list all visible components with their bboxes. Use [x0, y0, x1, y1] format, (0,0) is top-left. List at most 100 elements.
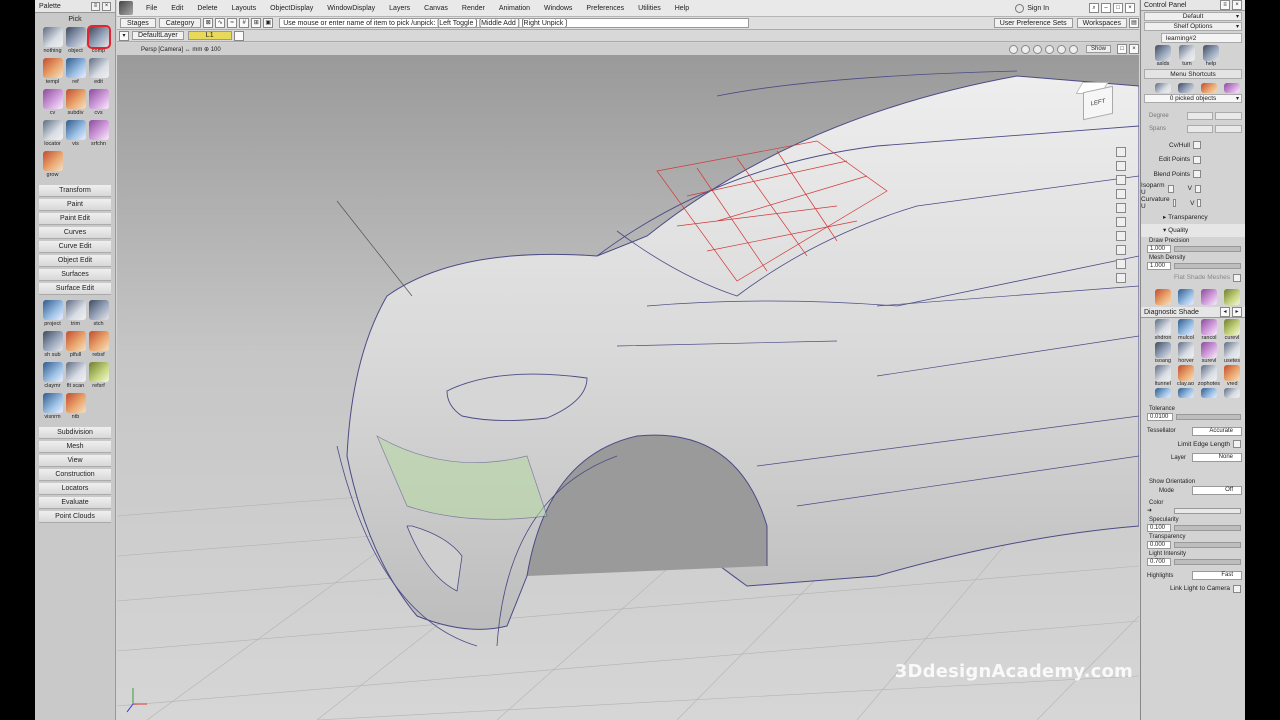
diag-vred[interactable]: vred [1222, 365, 1242, 387]
palette-close-icon[interactable]: × [102, 1, 111, 11]
section-curves[interactable]: Curves [39, 227, 111, 239]
edit-points-checkbox[interactable] [1193, 155, 1201, 164]
diag-extra-4-icon[interactable] [1222, 388, 1242, 401]
grid-icon[interactable]: # [239, 18, 250, 28]
shelf-options-dropdown[interactable]: Shelf Options [1144, 22, 1242, 31]
cp-close-icon[interactable]: × [1232, 0, 1242, 10]
section-object-edit[interactable]: Object Edit [39, 255, 111, 267]
tool-pick-edit[interactable]: edit [87, 57, 110, 88]
tool-visnrm[interactable]: visnrm [41, 392, 64, 423]
target-icon[interactable] [1116, 217, 1126, 227]
menu-animation[interactable]: Animation [492, 5, 537, 12]
curve-icon[interactable]: ∿ [215, 18, 226, 28]
menu-render[interactable]: Render [455, 5, 492, 12]
diag-usetes[interactable]: usetes [1222, 342, 1242, 364]
blend-points-checkbox[interactable] [1193, 170, 1201, 179]
diag-extra-3-icon[interactable] [1199, 388, 1219, 401]
grid-view-icon[interactable] [1116, 189, 1126, 199]
light-intensity-field[interactable]: 0.700 [1147, 557, 1171, 566]
category-button[interactable]: Category [158, 18, 202, 28]
section-construction[interactable]: Construction [39, 469, 111, 481]
zoom-extents-icon[interactable] [1116, 147, 1126, 157]
flat-shade-checkbox[interactable] [1233, 273, 1241, 282]
degree-field[interactable] [1186, 111, 1214, 120]
section-curve-edit[interactable]: Curve Edit [39, 241, 111, 253]
tool-pick-cv[interactable]: cv [41, 88, 64, 119]
section-locators[interactable]: Locators [39, 483, 111, 495]
show-button[interactable]: Show [1085, 45, 1111, 53]
tolerance-field[interactable]: 0.0100 [1147, 413, 1173, 421]
tool-pick-object[interactable]: object [64, 26, 87, 57]
tool-flt-scan[interactable]: flt scan [64, 361, 87, 392]
tool-pick-subdiv[interactable]: subdiv [64, 88, 87, 119]
diag-mulcol[interactable]: mulcol [1176, 319, 1196, 341]
link-light-checkbox[interactable] [1233, 584, 1241, 593]
tool-refsrf[interactable]: refsrf [87, 361, 110, 392]
wave-icon[interactable]: ≈ [227, 18, 238, 28]
diag-surevl[interactable]: surevl [1199, 342, 1219, 364]
section-evaluate[interactable]: Evaluate [39, 497, 111, 509]
diag-rancol[interactable]: rancol [1199, 319, 1219, 341]
tool-pick-templ[interactable]: templ [41, 57, 64, 88]
section-subdivision[interactable]: Subdivision [39, 427, 111, 439]
layers-view-icon[interactable] [1116, 245, 1126, 255]
shade-mode-1-icon[interactable] [1153, 289, 1172, 305]
menu-canvas[interactable]: Canvas [417, 5, 455, 12]
mesh-density-slider[interactable] [1174, 262, 1241, 269]
tool-stch[interactable]: stch [87, 299, 110, 330]
workspace-icon[interactable]: ▤ [1129, 18, 1139, 28]
color-swatch[interactable] [1174, 507, 1241, 514]
tool-sh-sub[interactable]: sh sub [41, 330, 64, 361]
section-view[interactable]: View [39, 455, 111, 467]
zoom-icon[interactable] [1032, 44, 1042, 54]
menu-file[interactable]: File [139, 5, 164, 12]
menu-objectdisplay[interactable]: ObjectDisplay [263, 5, 320, 12]
cvhull-checkbox[interactable] [1193, 141, 1201, 150]
viewport-maximize-icon[interactable]: □ [1117, 44, 1127, 54]
curvature-v-checkbox[interactable] [1197, 199, 1201, 208]
sign-in-area[interactable]: Sign In ⌕ – □ × [1015, 3, 1139, 13]
look-at-icon[interactable] [1068, 44, 1078, 54]
palette-menu-icon[interactable]: ≡ [91, 1, 100, 11]
shortcut-layout-icon[interactable] [1153, 83, 1172, 93]
search-icon[interactable]: ⌕ [1089, 3, 1099, 13]
tool-pick-srfchn[interactable]: srfchn [87, 119, 110, 150]
spans-field[interactable] [1186, 124, 1214, 133]
menu-shortcuts-bar[interactable]: Menu Shortcuts [1144, 69, 1242, 79]
layer-add-icon[interactable] [233, 30, 244, 41]
shelf-item-aslds[interactable]: aslds [1153, 45, 1173, 67]
diag-ltunnel[interactable]: ltunnel [1153, 365, 1173, 387]
dolly-icon[interactable] [1044, 44, 1054, 54]
mode-dropdown[interactable]: Off [1192, 486, 1242, 495]
draw-precision-field[interactable]: 1.000 [1147, 244, 1171, 253]
menu-help[interactable]: Help [668, 5, 696, 12]
shortcut-stack-icon[interactable] [1176, 83, 1195, 93]
prompt-line[interactable]: Use mouse or enter name of item to pick … [279, 18, 750, 28]
rotate-view-icon[interactable] [1056, 44, 1066, 54]
tool-ntb[interactable]: ntb [64, 392, 87, 423]
diag-extra-1-icon[interactable] [1153, 388, 1173, 401]
undo-view-icon[interactable] [1116, 231, 1126, 241]
diag-prev-icon[interactable]: ◂ [1220, 307, 1230, 317]
menu-edit[interactable]: Edit [164, 5, 190, 12]
section-point-clouds[interactable]: Point Clouds [39, 511, 111, 523]
tool-pick-grow[interactable]: grow [41, 150, 64, 181]
diag-clay-ao[interactable]: clay.ao [1176, 365, 1196, 387]
degree-field-v[interactable] [1215, 111, 1243, 120]
tool-pick-vis[interactable]: vis [64, 119, 87, 150]
active-layer-l1[interactable]: L1 [187, 31, 232, 40]
draw-precision-slider[interactable] [1174, 245, 1241, 252]
tumble-icon[interactable] [1008, 44, 1018, 54]
menu-windowdisplay[interactable]: WindowDisplay [320, 5, 382, 12]
diag-curevl[interactable]: curevl [1222, 319, 1242, 341]
tool-rebsf[interactable]: rebsf [87, 330, 110, 361]
diag-zophotes[interactable]: zophotes [1198, 365, 1220, 387]
diag-isoang[interactable]: isoang [1153, 342, 1173, 364]
section-transform[interactable]: Transform [39, 185, 111, 197]
shortcut-cut-icon[interactable] [1223, 83, 1242, 93]
section-paint-edit[interactable]: Paint Edit [39, 213, 111, 225]
perspective-viewport[interactable]: LEFT 3DdesignAcademy.com [117, 56, 1139, 720]
tool-claymr[interactable]: claymr [41, 361, 64, 392]
menu-layers[interactable]: Layers [382, 5, 417, 12]
menu-delete[interactable]: Delete [190, 5, 224, 12]
